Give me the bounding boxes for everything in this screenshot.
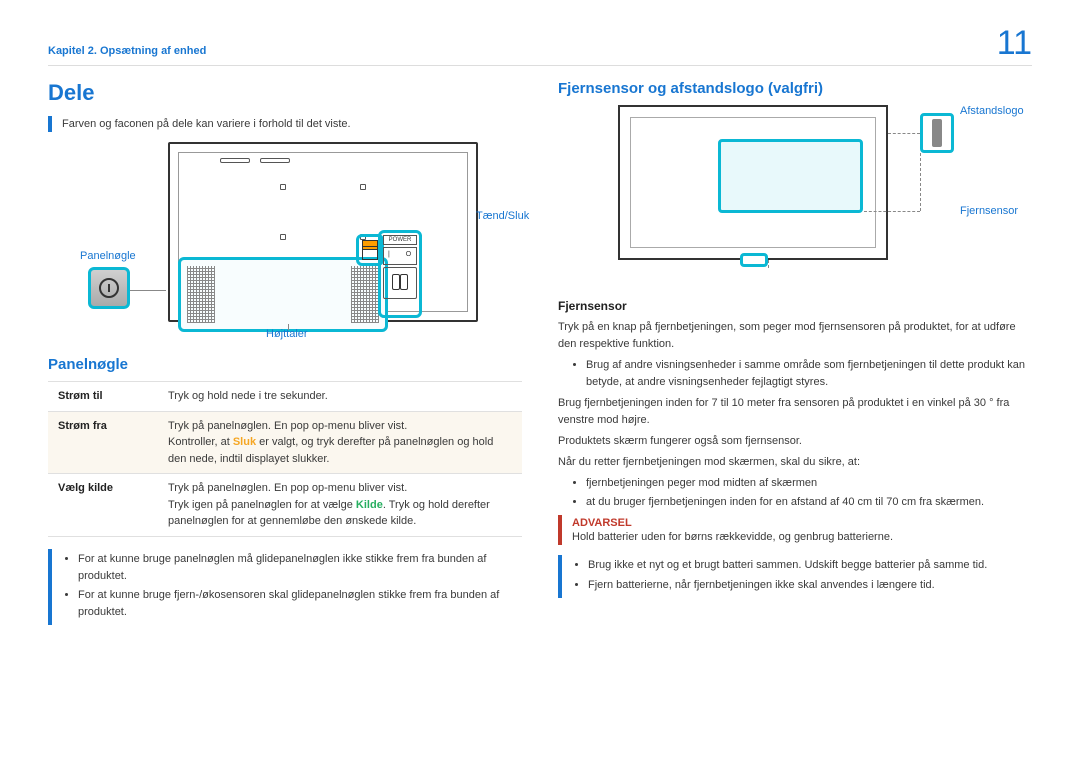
cell-value: Tryk på panelnøglen. En pop op-menu bliv… [158,474,522,537]
paragraph: Produktets skærm fungerer også som fjern… [558,433,1032,450]
power-highlight: POWER [378,230,422,318]
chapter-label: Kapitel 2. Opsætning af enhed [48,45,206,57]
two-columns: Dele Farven og faconen på dele kan varie… [48,80,1032,635]
page-header: Kapitel 2. Opsætning af enhed 11 [48,34,1032,63]
battery-notes: Brug ikke et nyt og et brugt batteri sam… [558,555,1032,597]
cell-key: Strøm fra [48,411,158,474]
cell-key: Strøm til [48,382,158,412]
column-left: Dele Farven og faconen på dele kan varie… [48,80,522,635]
page-number: 11 [997,24,1032,63]
warning-box: ADVARSEL Hold batterier uden for børns r… [558,515,1032,545]
list-item: Brug ikke et nyt og et brugt batteri sam… [588,557,1032,574]
power-button: POWER [383,235,417,245]
paragraph: Brug fjernbetjeningen inden for 7 til 10… [558,395,1032,429]
cell-value: Tryk på panelnøglen. En pop op-menu bliv… [158,411,522,474]
intro-note: Farven og faconen på dele kan variere i … [48,116,522,132]
warning-text: Hold batterier uden for børns rækkevidde… [572,531,893,543]
subsection-panelkey: Panelnøgle [48,356,522,373]
panel-key-table: Strøm til Tryk og hold nede i tre sekund… [48,381,522,537]
section-title-sensor: Fjernsensor og afstandslogo (valgfri) [558,80,1032,97]
table-row: Strøm til Tryk og hold nede i tre sekund… [48,382,522,412]
diagram-label-sensor: Fjernsensor [960,205,1018,217]
paragraph: Tryk på en knap på fjernbetjeningen, som… [558,319,1032,353]
warning-title: ADVARSEL [572,517,1032,529]
subheading-fjernsensor: Fjernsensor [558,299,1032,313]
panel-key-highlight [88,267,130,309]
table-row: Vælg kilde Tryk på panelnøglen. En pop o… [48,474,522,537]
parts-diagram: POWER Panelnøgle Højttaler Tænd/Sluk [88,142,512,342]
cell-value: Tryk og hold nede i tre sekunder. [158,382,522,412]
keyword-kilde: Kilde [356,499,383,511]
sensor-diagram: Afstandslogo Fjernsensor [618,105,1032,285]
diagram-label-power: Tænd/Sluk [476,210,529,222]
ir-screen-highlight [718,139,863,213]
remote-sensor-highlight [740,253,768,267]
section-title-dele: Dele [48,80,522,106]
cell-key: Vælg kilde [48,474,158,537]
keyword-sluk: Sluk [233,436,256,448]
list-item: fjernbetjeningen peger mod midten af skæ… [586,475,1032,492]
paragraph: Når du retter fjernbetjeningen mod skærm… [558,454,1032,471]
table-row: Strøm fra Tryk på panelnøglen. En pop op… [48,411,522,474]
list-item: For at kunne bruge panelnøglen må glidep… [78,551,522,585]
list-item: Brug af andre visningsenheder i samme om… [586,357,1032,391]
panel-notes: For at kunne bruge panelnøglen må glidep… [48,549,522,625]
list-item: at du bruger fjernbetjeningen inden for … [586,494,1032,511]
header-divider [48,65,1032,66]
power-switch-icon [383,247,417,265]
speaker-highlight [178,257,388,332]
page-root: Kapitel 2. Opsætning af enhed 11 Dele Fa… [0,0,1080,659]
list-item: For at kunne bruge fjern-/økosensoren sk… [78,587,522,621]
power-inlet-icon [383,267,417,299]
column-right: Fjernsensor og afstandslogo (valgfri) Af… [558,80,1032,635]
diagram-label-panelkey: Panelnøgle [80,250,136,262]
distance-logo-highlight [920,113,954,153]
diagram-label-logo: Afstandslogo [960,105,1024,117]
bullet-list: Brug af andre visningsenheder i samme om… [558,357,1032,391]
list-item: Fjern batterierne, når fjernbetjeningen … [588,577,1032,594]
bullet-list: fjernbetjeningen peger mod midten af skæ… [558,475,1032,511]
diagram-label-speaker: Højttaler [266,328,308,340]
